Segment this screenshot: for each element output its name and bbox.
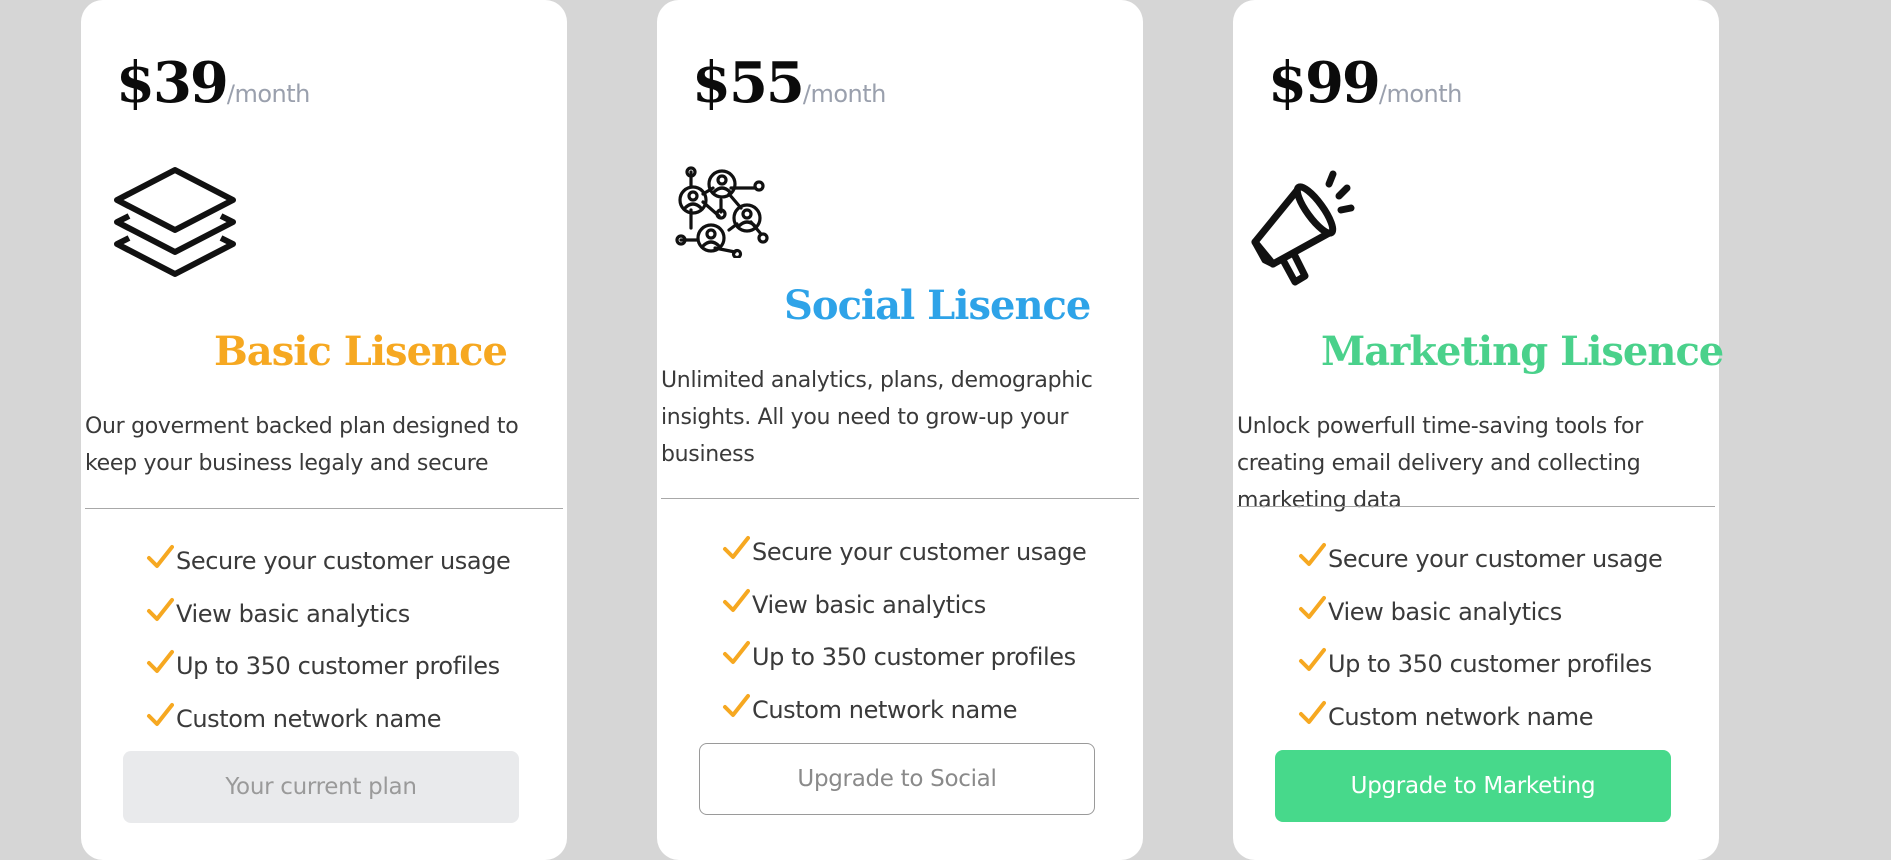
price-amount: $99 — [1268, 50, 1381, 116]
price: $55/month — [692, 50, 886, 116]
feature-label: Secure your customer usage — [752, 538, 1087, 567]
checkmark-icon — [147, 702, 174, 726]
price: $39/month — [116, 50, 310, 116]
price-period: /month — [802, 80, 886, 108]
plan-name: Basic Lisence — [214, 328, 508, 375]
plan-description: Unlimited analytics, plans, demographic … — [661, 368, 1093, 467]
divider — [1237, 506, 1715, 507]
feature-list: Secure your customer usage View basic an… — [722, 526, 1087, 737]
feature-item: Secure your customer usage — [146, 535, 511, 588]
pricing-card-social: $55/month Social Lisence Unlimited analy… — [657, 0, 1143, 860]
divider — [661, 498, 1139, 499]
checkmark-icon — [723, 641, 750, 665]
price-amount: $55 — [692, 50, 805, 116]
divider — [85, 508, 563, 509]
checkmark-icon — [1299, 543, 1326, 567]
feature-label: Custom network name — [1328, 702, 1594, 731]
plan-description: Our goverment backed plan designed to ke… — [85, 414, 519, 476]
plan-description: Unlock powerfull time-saving tools for c… — [1237, 414, 1643, 513]
feature-list: Secure your customer usage View basic an… — [146, 535, 511, 746]
feature-list: Secure your customer usage View basic an… — [1298, 533, 1663, 744]
checkmark-icon — [1299, 648, 1326, 672]
feature-item: Up to 350 customer profiles — [146, 640, 510, 693]
feature-label: View basic analytics — [176, 599, 410, 628]
pricing-card-marketing: $99/month Marketing Lisence Unlock power… — [1233, 0, 1724, 860]
feature-item: Secure your customer usage — [722, 526, 1087, 579]
feature-item: Secure your customer usage — [1298, 533, 1663, 586]
feature-label: View basic analytics — [1328, 597, 1562, 626]
checkmark-icon — [723, 693, 750, 717]
feature-label: Custom network name — [176, 704, 442, 733]
price: $99/month — [1268, 50, 1462, 116]
feature-label: View basic analytics — [752, 590, 986, 619]
feature-label: Custom network name — [752, 695, 1018, 724]
feature-item: Up to 350 customer profiles — [1298, 638, 1662, 691]
upgrade-marketing-button[interactable]: Upgrade to Marketing — [1275, 750, 1671, 822]
checkmark-icon — [723, 588, 750, 612]
checkmark-icon — [723, 536, 750, 560]
feature-item: View basic analytics — [1298, 586, 1662, 639]
feature-item: Custom network name — [722, 684, 1086, 737]
checkmark-icon — [147, 545, 174, 569]
checkmark-icon — [147, 597, 174, 621]
feature-item: View basic analytics — [722, 579, 1086, 632]
feature-item: View basic analytics — [146, 588, 510, 641]
social-network-icon — [675, 166, 769, 258]
feature-item: Custom network name — [146, 693, 510, 746]
current-plan-button[interactable]: Your current plan — [123, 751, 519, 823]
price-period: /month — [1378, 80, 1462, 108]
feature-label: Secure your customer usage — [176, 547, 511, 576]
feature-label: Up to 350 customer profiles — [1328, 650, 1652, 679]
plan-name: Marketing Lisence — [1321, 328, 1724, 375]
upgrade-social-button[interactable]: Upgrade to Social — [699, 743, 1095, 815]
feature-label: Up to 350 customer profiles — [176, 652, 500, 681]
price-amount: $39 — [116, 50, 229, 116]
checkmark-icon — [1299, 595, 1326, 619]
stacked-layers-icon — [114, 167, 236, 277]
plan-name: Social Lisence — [784, 282, 1091, 329]
checkmark-icon — [147, 650, 174, 674]
checkmark-icon — [1299, 700, 1326, 724]
pricing-card-basic: $39/month Basic Lisence Our goverment ba… — [81, 0, 567, 860]
feature-label: Secure your customer usage — [1328, 545, 1663, 574]
feature-label: Up to 350 customer profiles — [752, 643, 1076, 672]
price-period: /month — [226, 80, 310, 108]
feature-item: Custom network name — [1298, 691, 1662, 744]
megaphone-icon — [1251, 170, 1355, 286]
feature-item: Up to 350 customer profiles — [722, 631, 1086, 684]
